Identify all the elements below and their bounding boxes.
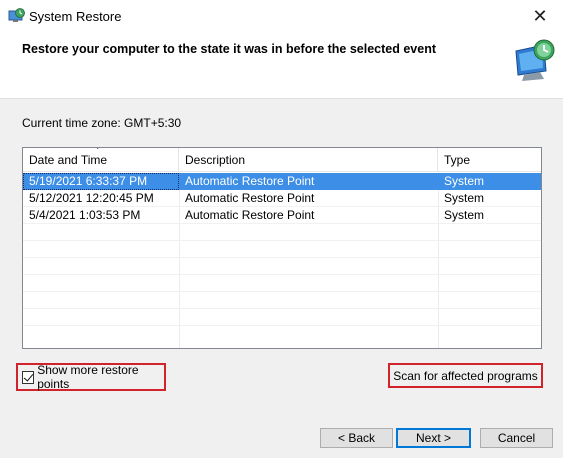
- cell-date: 5/19/2021 6:33:37 PM: [23, 173, 179, 190]
- system-restore-app-icon: [8, 8, 25, 22]
- show-more-label: Show more restore points: [37, 363, 139, 391]
- cell-description: Automatic Restore Point: [185, 208, 315, 222]
- close-icon[interactable]: ✕: [517, 0, 563, 32]
- title-bar: System Restore ✕: [0, 0, 563, 33]
- cell-date: 5/4/2021 1:03:53 PM: [29, 208, 141, 222]
- column-header-description[interactable]: Description: [179, 148, 438, 172]
- next-button[interactable]: Next >: [396, 428, 471, 448]
- list-header: ˅ Date and Time Description Type: [23, 148, 541, 172]
- cell-description: Automatic Restore Point: [185, 191, 315, 205]
- wizard-header: Restore your computer to the state it wa…: [0, 33, 563, 98]
- row-divider: [23, 274, 541, 275]
- window-title: System Restore: [29, 9, 122, 24]
- row-divider: [23, 325, 541, 326]
- restore-points-list[interactable]: ˅ Date and Time Description Type 5/19/20…: [22, 147, 542, 349]
- table-row[interactable]: 5/12/2021 12:20:45 PM Automatic Restore …: [23, 190, 541, 207]
- column-header-type[interactable]: Type: [438, 148, 541, 172]
- timezone-label: Current time zone: GMT+5:30: [22, 116, 182, 130]
- wizard-body: Current time zone: GMT+5:30 ˅ Date and T…: [0, 98, 563, 414]
- column-header-label: Date and Time: [29, 153, 108, 167]
- cell-description: Automatic Restore Point: [185, 174, 315, 188]
- page-heading: Restore your computer to the state it wa…: [22, 42, 436, 56]
- table-row-selected[interactable]: 5/19/2021 6:33:37 PM Automatic Restore P…: [23, 173, 541, 190]
- column-header-label: Description: [185, 153, 246, 167]
- scan-affected-programs-button[interactable]: Scan for affected programs: [388, 363, 543, 388]
- checkbox-checked-icon[interactable]: [22, 370, 35, 384]
- wizard-footer: < Back Next > Cancel: [0, 414, 563, 458]
- row-divider: [23, 291, 541, 292]
- table-row[interactable]: 5/4/2021 1:03:53 PM Automatic Restore Po…: [23, 207, 541, 224]
- back-button[interactable]: < Back: [320, 428, 393, 448]
- column-header-label: Type: [444, 153, 471, 167]
- cell-type: System: [444, 191, 485, 205]
- sort-indicator-icon: ˅: [95, 147, 101, 152]
- cell-type: System: [444, 208, 485, 222]
- row-divider: [23, 257, 541, 258]
- cancel-button[interactable]: Cancel: [480, 428, 553, 448]
- cell-type: System: [444, 174, 485, 188]
- show-more-restore-points-checkbox[interactable]: Show more restore points: [16, 363, 166, 391]
- cell-date: 5/12/2021 12:20:45 PM: [29, 191, 154, 205]
- row-divider: [23, 240, 541, 241]
- row-divider: [23, 308, 541, 309]
- system-restore-monitor-icon: [515, 39, 555, 81]
- column-header-date[interactable]: ˅ Date and Time: [23, 148, 179, 172]
